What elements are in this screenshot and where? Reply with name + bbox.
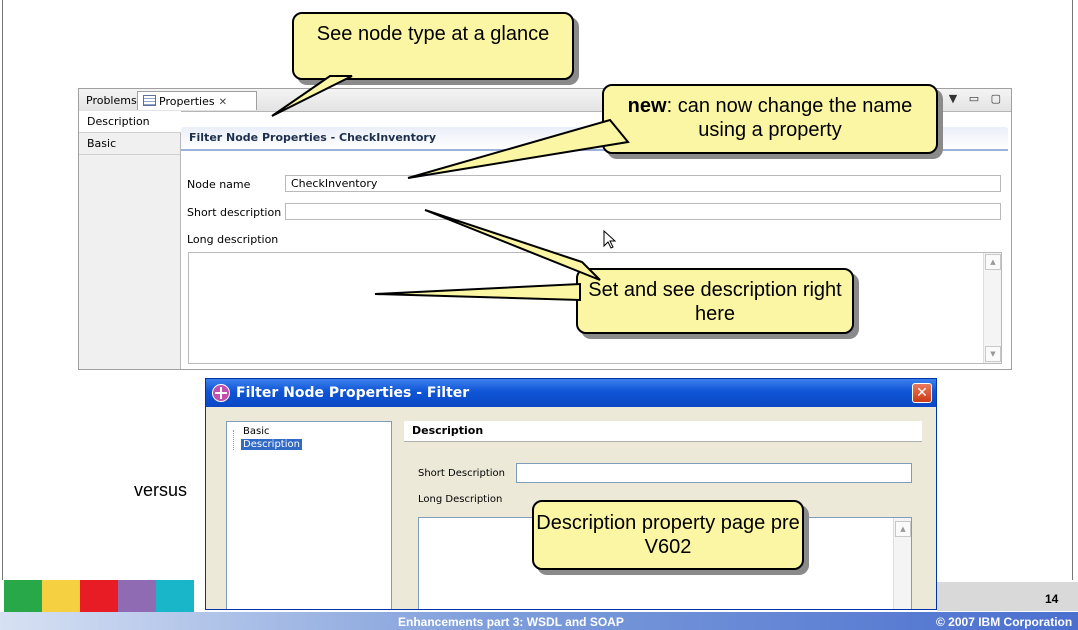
mouse-cursor-icon (603, 230, 617, 249)
pointer-node-name (407, 118, 630, 179)
pointer-short-description (424, 209, 601, 281)
pointer-long-description (374, 282, 581, 302)
callout-pointers (271, 75, 630, 302)
pointer-node-type (271, 75, 353, 117)
